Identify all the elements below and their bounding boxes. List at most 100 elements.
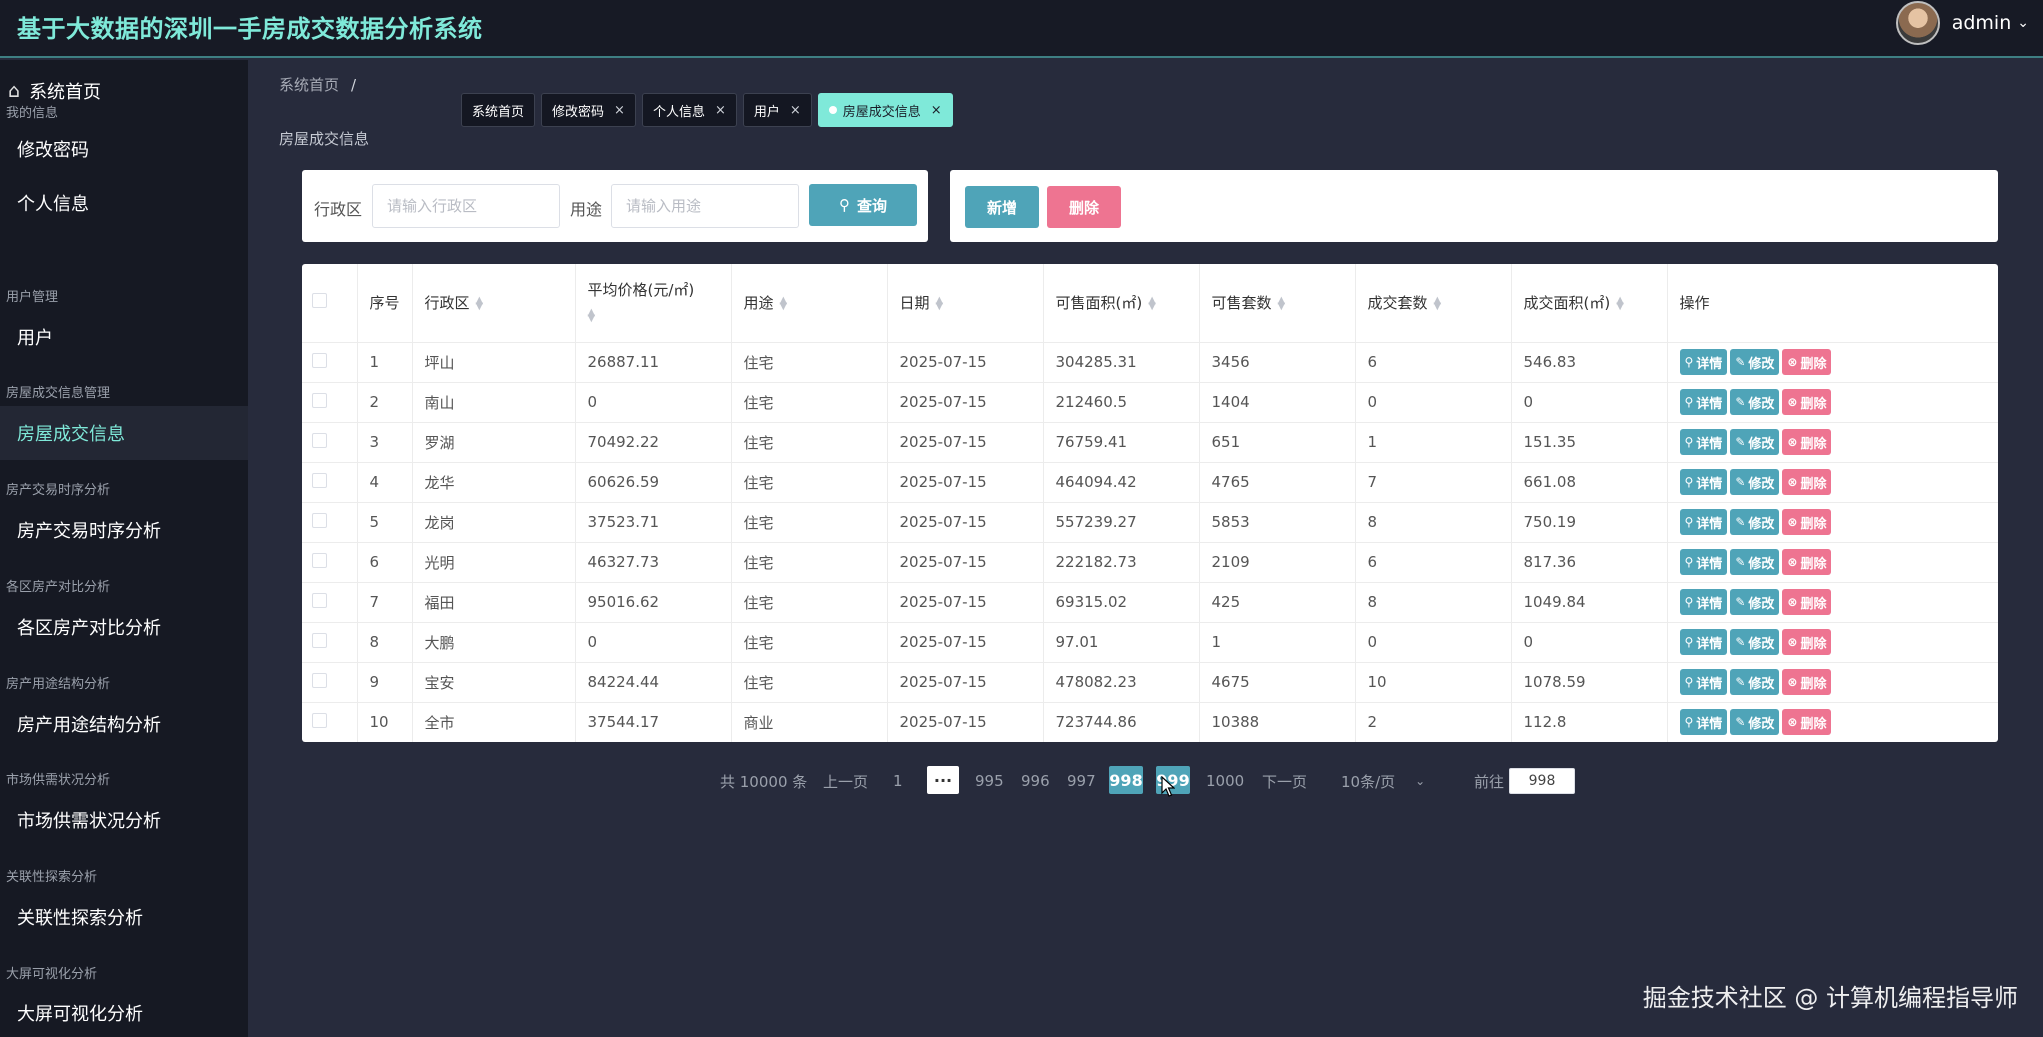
add-button[interactable]: 新增: [965, 186, 1039, 228]
avatar[interactable]: [1895, 1, 1940, 45]
close-icon[interactable]: ×: [790, 103, 801, 118]
next-page-button[interactable]: 下一页: [1262, 767, 1307, 795]
column-header[interactable]: 成交套数 ▲ ▼: [1355, 264, 1512, 343]
edit-button[interactable]: ✎ 修改: [1730, 669, 1780, 695]
row-checkbox[interactable]: [312, 352, 327, 368]
detail-button[interactable]: ⚲ 详情: [1679, 709, 1728, 735]
district-input[interactable]: [372, 184, 560, 228]
row-checkbox[interactable]: [312, 512, 327, 528]
row-checkbox[interactable]: [312, 592, 327, 608]
batch-delete-button[interactable]: 删除: [1047, 186, 1121, 228]
delete-button[interactable]: ⊗ 删除: [1782, 589, 1832, 615]
sidebar-item-house-transactions[interactable]: 房屋成交信息: [0, 406, 248, 460]
tab-house-transactions[interactable]: 房屋成交信息 ×: [817, 93, 953, 127]
sidebar-item-supply-demand[interactable]: 市场供需状况分析: [0, 793, 248, 847]
sidebar-item-profile[interactable]: 个人信息: [0, 176, 248, 230]
delete-button[interactable]: ⊗ 删除: [1782, 349, 1832, 375]
delete-button[interactable]: ⊗ 删除: [1782, 669, 1832, 695]
column-header[interactable]: 可售套数 ▲ ▼: [1199, 264, 1356, 343]
sort-icon[interactable]: ▲ ▼: [780, 295, 788, 311]
sort-icon[interactable]: ▲ ▼: [1148, 295, 1156, 311]
detail-button[interactable]: ⚲ 详情: [1679, 589, 1728, 615]
column-header[interactable]: 成交面积(㎡) ▲ ▼: [1511, 264, 1668, 343]
goto-page-input[interactable]: [1509, 768, 1575, 794]
page-size-select[interactable]: 10条/页 ⌄: [1341, 767, 1425, 795]
close-icon[interactable]: ×: [614, 103, 625, 118]
row-checkbox[interactable]: [312, 552, 327, 568]
tab-change-password[interactable]: 修改密码 ×: [541, 93, 636, 127]
prev-page-button[interactable]: 上一页: [823, 767, 868, 795]
row-checkbox[interactable]: [312, 712, 327, 728]
column-header[interactable]: 日期 ▲ ▼: [887, 264, 1044, 343]
edit-button[interactable]: ✎ 修改: [1730, 469, 1780, 495]
delete-button[interactable]: ⊗ 删除: [1782, 469, 1832, 495]
edit-button[interactable]: ✎ 修改: [1730, 389, 1780, 415]
column-header[interactable]: 平均价格(元/㎡) ▲ ▼: [575, 264, 732, 343]
sidebar-item-correlation[interactable]: 关联性探索分析: [0, 890, 248, 944]
detail-button[interactable]: ⚲ 详情: [1679, 349, 1728, 375]
row-checkbox[interactable]: [312, 632, 327, 648]
table-cell: 4675: [1199, 662, 1356, 703]
select-all-checkbox[interactable]: [312, 293, 327, 309]
page-number[interactable]: 1: [893, 767, 903, 795]
page-number[interactable]: 1000: [1206, 767, 1244, 795]
column-header[interactable]: 用途 ▲ ▼: [731, 264, 888, 343]
detail-button[interactable]: ⚲ 详情: [1679, 509, 1728, 535]
delete-button[interactable]: ⊗ 删除: [1782, 709, 1832, 735]
tab-home[interactable]: 系统首页: [461, 93, 536, 127]
row-checkbox[interactable]: [312, 392, 327, 408]
delete-button[interactable]: ⊗ 删除: [1782, 509, 1832, 535]
sort-icon[interactable]: ▲ ▼: [1434, 295, 1442, 311]
detail-button[interactable]: ⚲ 详情: [1679, 629, 1728, 655]
column-header[interactable]: 可售面积(㎡) ▲ ▼: [1043, 264, 1200, 343]
edit-button[interactable]: ✎ 修改: [1730, 349, 1780, 375]
row-checkbox[interactable]: [312, 672, 327, 688]
sidebar-item-change-password[interactable]: 修改密码: [0, 122, 248, 176]
sort-icon[interactable]: ▲ ▼: [588, 308, 596, 324]
delete-button[interactable]: ⊗ 删除: [1782, 429, 1832, 455]
tab-users[interactable]: 用户 ×: [742, 93, 812, 127]
page-number[interactable]: 996: [1021, 767, 1050, 795]
search-button[interactable]: ⚲ 查询: [809, 184, 917, 226]
delete-button[interactable]: ⊗ 删除: [1782, 629, 1832, 655]
detail-button[interactable]: ⚲ 详情: [1679, 549, 1728, 575]
user-menu[interactable]: admin ⌄: [1895, 0, 2029, 46]
sidebar-item-district-compare[interactable]: 各区房产对比分析: [0, 600, 248, 654]
sort-icon[interactable]: ▲ ▼: [1616, 295, 1624, 311]
chevron-down-icon[interactable]: ⌄: [2017, 15, 2029, 31]
close-icon[interactable]: ×: [715, 103, 726, 118]
sort-icon[interactable]: ▲ ▼: [476, 295, 484, 311]
sidebar-item-time-series[interactable]: 房产交易时序分析: [0, 503, 248, 557]
edit-button[interactable]: ✎ 修改: [1730, 589, 1780, 615]
table-row: 10 全市 37544.17 商业 2025-07-15 723744.86 10388 2 1…: [302, 702, 1998, 742]
edit-button[interactable]: ✎ 修改: [1730, 429, 1780, 455]
detail-button[interactable]: ⚲ 详情: [1679, 469, 1728, 495]
detail-button[interactable]: ⚲ 详情: [1679, 669, 1728, 695]
detail-button[interactable]: ⚲ 详情: [1679, 389, 1728, 415]
row-checkbox[interactable]: [312, 472, 327, 488]
page-number[interactable]: 995: [975, 767, 1004, 795]
sort-icon[interactable]: ▲ ▼: [936, 295, 944, 311]
sidebar-item-usage-structure[interactable]: 房产用途结构分析: [0, 697, 248, 751]
page-number-current[interactable]: 998: [1109, 766, 1143, 794]
edit-button[interactable]: ✎ 修改: [1730, 549, 1780, 575]
usage-input[interactable]: [611, 184, 799, 228]
tab-profile[interactable]: 个人信息 ×: [641, 93, 737, 127]
edit-button[interactable]: ✎ 修改: [1730, 509, 1780, 535]
edit-button[interactable]: ✎ 修改: [1730, 629, 1780, 655]
column-header[interactable]: 行政区 ▲ ▼: [412, 264, 576, 343]
sidebar-item-big-screen[interactable]: 大屏可视化分析: [0, 986, 248, 1037]
user-name[interactable]: admin: [1952, 12, 2012, 34]
delete-button[interactable]: ⊗ 删除: [1782, 389, 1832, 415]
delete-button[interactable]: ⊗ 删除: [1782, 549, 1832, 575]
sort-icon[interactable]: ▲ ▼: [1278, 295, 1286, 311]
row-checkbox[interactable]: [312, 432, 327, 448]
page-number[interactable]: 997: [1067, 767, 1096, 795]
edit-button[interactable]: ✎ 修改: [1730, 709, 1780, 735]
more-pages-button[interactable]: ···: [927, 766, 959, 794]
sidebar-item-users[interactable]: 用户: [0, 310, 248, 364]
table-cell: 546.83: [1511, 342, 1668, 383]
close-icon[interactable]: ×: [931, 103, 942, 118]
breadcrumb-home[interactable]: 系统首页: [279, 76, 339, 94]
detail-button[interactable]: ⚲ 详情: [1679, 429, 1728, 455]
